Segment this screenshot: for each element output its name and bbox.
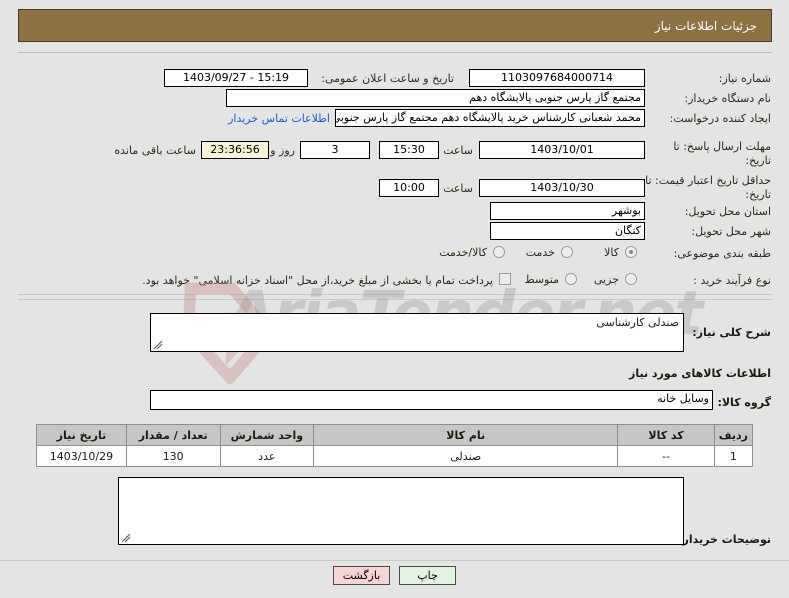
radio-subject-class-kala-khedmat[interactable] [493,246,505,258]
field-buyer-org[interactable]: مجتمع گاز پارس جنوبی پالایشگاه دهم [226,89,645,107]
field-remaining-days[interactable]: 3 [300,141,370,159]
cell-need-date: 1403/10/29 [36,445,127,467]
label-buyer-org: نام دستگاه خریدار: [684,92,771,105]
cell-row: 1 [713,445,754,467]
radio-purchase-type-motevaset[interactable] [565,273,577,285]
field-response-deadline-date[interactable]: 1403/10/01 [479,141,645,159]
col-qty: تعداد / مقدار [125,424,221,446]
field-price-validity-hour[interactable]: 10:00 [379,179,439,197]
checkbox-islamic-treasury[interactable] [499,273,511,285]
label-response-deadline: مهلت ارسال پاسخ: تا تاریخ: [673,140,771,167]
label-general-description: شرح کلی نیاز: [692,326,771,339]
field-buyer-comments-box[interactable] [118,477,684,545]
label-price-validity: حداقل تاریخ اعتبار قیمت: تا تاریخ: [645,174,771,201]
page-title-bar: جزئیات اطلاعات نیاز [18,9,772,42]
field-request-creator[interactable]: محمد شعبانی کارشناس خرید پالایشگاه دهم م… [335,109,645,127]
radio-label-purchase-type-motevaset: متوسط [524,273,559,286]
field-goods-group[interactable]: وسایل خانه [150,390,713,410]
field-delivery-city[interactable]: کنگان [490,222,645,240]
divider-top [18,52,772,53]
divider-description [18,294,772,295]
label-days-and: روز و [270,144,295,157]
goods-table: ردیف کد کالا نام کالا واحد شمارش تعداد /… [36,424,754,467]
cell-qty: 130 [125,445,221,467]
field-delivery-province[interactable]: بوشهر [490,202,645,220]
page-root: جزئیات اطلاعات نیاز شماره نیاز: 11030976… [0,0,789,598]
label-goods-group: گروه کالا: [717,396,771,409]
label-response-deadline-hour: ساعت [443,144,473,157]
cell-code: -- [617,445,715,467]
label-buyer-comments: توضیحات خریدار: [678,533,771,546]
col-row: ردیف [713,424,754,446]
label-subject-class: طبقه بندی موضوعی: [673,247,771,260]
label-islamic-treasury: پرداخت تمام یا بخشی از مبلغ خرید،از محل … [142,274,493,287]
label-announce-datetime: تاریخ و ساعت اعلان عمومی: [321,72,454,85]
goods-table-header-row: ردیف کد کالا نام کالا واحد شمارش تعداد /… [36,424,754,446]
divider-description-2 [18,299,772,300]
table-row[interactable]: 1 -- صندلی عدد 130 1403/10/29 [36,445,754,467]
col-name: نام کالا [313,424,619,446]
page-title: جزئیات اطلاعات نیاز [654,18,757,33]
radio-label-subject-class-kala: کالا [604,246,619,259]
label-purchase-type: نوع فرآیند خرید : [693,274,771,287]
label-request-creator: ایجاد کننده درخواست: [669,112,771,125]
label-price-validity-hour: ساعت [443,182,473,195]
label-delivery-city: شهر محل تحویل: [691,225,771,238]
radio-label-subject-class-kala-khedmat: کالا/خدمت [439,246,487,259]
col-code: کد کالا [617,424,715,446]
cell-name: صندلی [313,445,619,467]
col-unit: واحد شمارش [219,424,315,446]
field-announce-datetime[interactable]: 15:19 - 1403/09/27 [164,69,308,87]
label-delivery-province: استان محل تحویل: [684,205,771,218]
radio-label-subject-class-khedmat: خدمت [525,246,555,259]
divider-footer [0,560,789,561]
radio-purchase-type-jozii[interactable] [625,273,637,285]
buyer-contact-link[interactable]: اطلاعات تماس خریدار [228,112,330,125]
label-need-number: شماره نیاز: [718,72,771,85]
radio-subject-class-khedmat[interactable] [561,246,573,258]
radio-subject-class-kala[interactable] [625,246,637,258]
field-response-deadline-hour[interactable]: 15:30 [379,141,439,159]
resize-handle-description-icon[interactable] [153,340,163,350]
print-button[interactable]: چاپ [399,566,456,585]
col-need-date: تاریخ نیاز [36,424,127,446]
resize-handle-comments-icon[interactable] [121,533,131,543]
field-general-description-text: صندلی کارشناسی [596,316,679,329]
field-need-number[interactable]: 1103097684000714 [469,69,645,87]
back-button[interactable]: بازگشت [333,566,390,585]
label-remaining-hours: ساعت باقی مانده [114,144,196,157]
goods-section-title: اطلاعات کالاهای مورد نیاز [629,367,771,380]
field-general-description-box[interactable]: صندلی کارشناسی [150,313,684,352]
field-countdown-timer: 23:36:56 [201,141,269,159]
field-price-validity-date[interactable]: 1403/10/30 [479,179,645,197]
cell-unit: عدد [219,445,315,467]
radio-label-purchase-type-jozii: جزیی [593,273,619,286]
